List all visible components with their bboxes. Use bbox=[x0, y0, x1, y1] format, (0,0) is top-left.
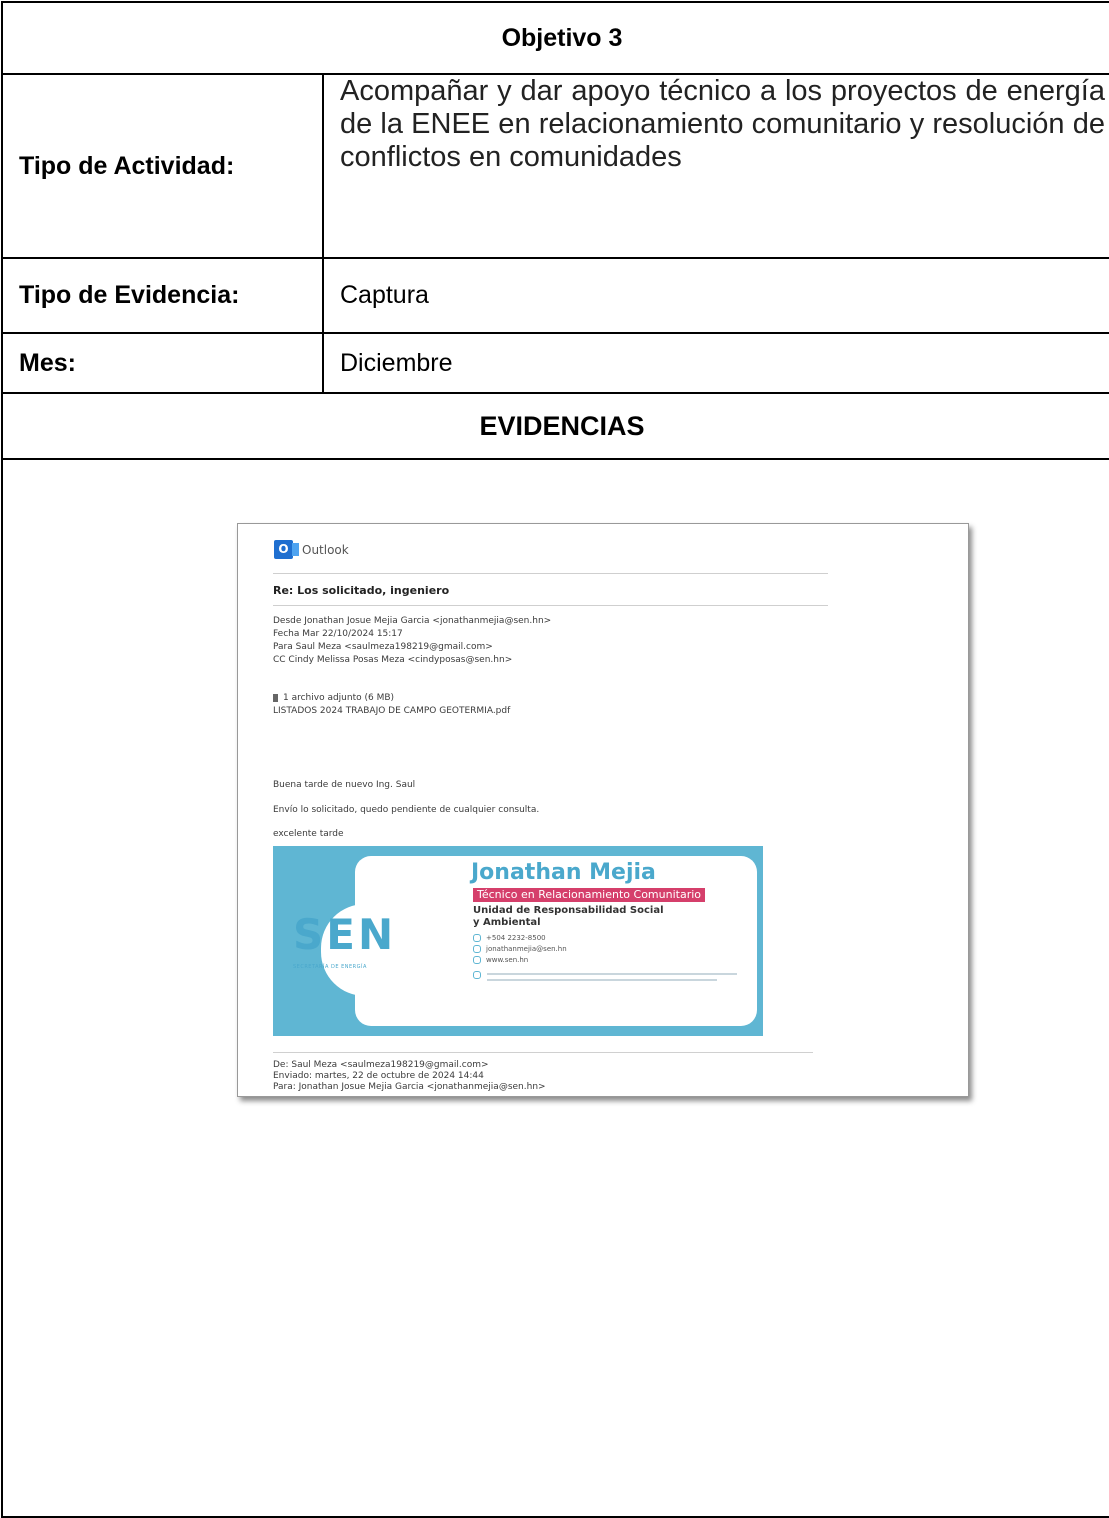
sen-logo-subtitle: SECRETARÍA DE ENERGÍA bbox=[293, 964, 367, 970]
quoted-from: De: Saul Meza <saulmeza198219@gmail.com> bbox=[273, 1060, 489, 1070]
subject-divider bbox=[273, 605, 828, 606]
objective-title: Objetivo 3 bbox=[1, 1, 1109, 75]
evidence-type-value: Captura bbox=[322, 257, 1109, 334]
signature-role: Técnico en Relacionamiento Comunitario bbox=[473, 888, 706, 902]
email-cc: CC Cindy Melissa Posas Meza <cindyposas@… bbox=[273, 655, 513, 665]
attachment-count: 1 archivo adjunto (6 MB) bbox=[283, 693, 395, 703]
quoted-to: Para: Jonathan Josue Mejia Garcia <jonat… bbox=[273, 1082, 546, 1092]
evidence-type-row: Tipo de Evidencia: Captura bbox=[1, 257, 1109, 334]
signature-name: Jonathan Mejia bbox=[471, 860, 656, 885]
info-icon bbox=[473, 971, 481, 979]
mail-icon bbox=[473, 945, 481, 953]
activity-label: Tipo de Actividad: bbox=[1, 73, 324, 259]
header-divider bbox=[273, 573, 828, 574]
phone-icon bbox=[473, 934, 481, 942]
email-date: Fecha Mar 22/10/2024 15:17 bbox=[273, 629, 403, 639]
month-value: Diciembre bbox=[322, 332, 1109, 394]
signature-disclaimer-row bbox=[473, 971, 486, 979]
signature-disclaimer-line bbox=[487, 973, 737, 975]
body-line: Envío lo solicitado, quedo pendiente de … bbox=[273, 805, 540, 815]
globe-icon bbox=[473, 956, 481, 964]
signature-unit: Unidad de Responsabilidad Social y Ambie… bbox=[473, 905, 664, 928]
activity-row: Tipo de Actividad: Acompañar y dar apoyo… bbox=[1, 73, 1109, 259]
signature-email-row: jonathanmejia@sen.hn bbox=[473, 945, 567, 953]
email-from: Desde Jonathan Josue Mejia Garcia <jonat… bbox=[273, 616, 552, 626]
paperclip-icon bbox=[273, 694, 278, 702]
signature-phone: +504 2232-8500 bbox=[486, 934, 546, 942]
evidence-type-label: Tipo de Evidencia: bbox=[1, 257, 324, 334]
activity-value: Acompañar y dar apoyo técnico a los proy… bbox=[322, 73, 1109, 259]
month-row: Mes: Diciembre bbox=[1, 332, 1109, 394]
evidences-heading-row: EVIDENCIAS bbox=[1, 392, 1109, 460]
sen-logo: SEN bbox=[293, 910, 397, 959]
email-signature: SEN SECRETARÍA DE ENERGÍA Jonathan Mejia… bbox=[273, 846, 763, 1036]
signature-web-row: www.sen.hn bbox=[473, 956, 528, 964]
body-closing: excelente tarde bbox=[273, 829, 344, 839]
email-screenshot: O Outlook Re: Los solicitado, ingeniero … bbox=[237, 523, 969, 1097]
signature-disclaimer-line bbox=[487, 979, 717, 981]
outlook-app-name: Outlook bbox=[302, 543, 349, 557]
attachment-name[interactable]: LISTADOS 2024 TRABAJO DE CAMPO GEOTERMIA… bbox=[273, 706, 510, 716]
quoted-sent: Enviado: martes, 22 de octubre de 2024 1… bbox=[273, 1071, 484, 1081]
signature-phone-row: +504 2232-8500 bbox=[473, 934, 546, 942]
outlook-icon: O bbox=[274, 540, 299, 559]
month-label: Mes: bbox=[1, 332, 324, 394]
body-greeting: Buena tarde de nuevo Ing. Saul bbox=[273, 780, 416, 790]
quoted-divider bbox=[273, 1052, 813, 1053]
email-subject: Re: Los solicitado, ingeniero bbox=[273, 584, 450, 597]
signature-email: jonathanmejia@sen.hn bbox=[486, 945, 567, 953]
objective-row: Objetivo 3 bbox=[1, 1, 1109, 75]
evidences-heading: EVIDENCIAS bbox=[1, 392, 1109, 460]
email-to: Para Saul Meza <saulmeza198219@gmail.com… bbox=[273, 642, 493, 652]
evidence-sheet: Objetivo 3 Tipo de Actividad: Acompañar … bbox=[0, 0, 1109, 1518]
signature-web: www.sen.hn bbox=[486, 956, 529, 964]
